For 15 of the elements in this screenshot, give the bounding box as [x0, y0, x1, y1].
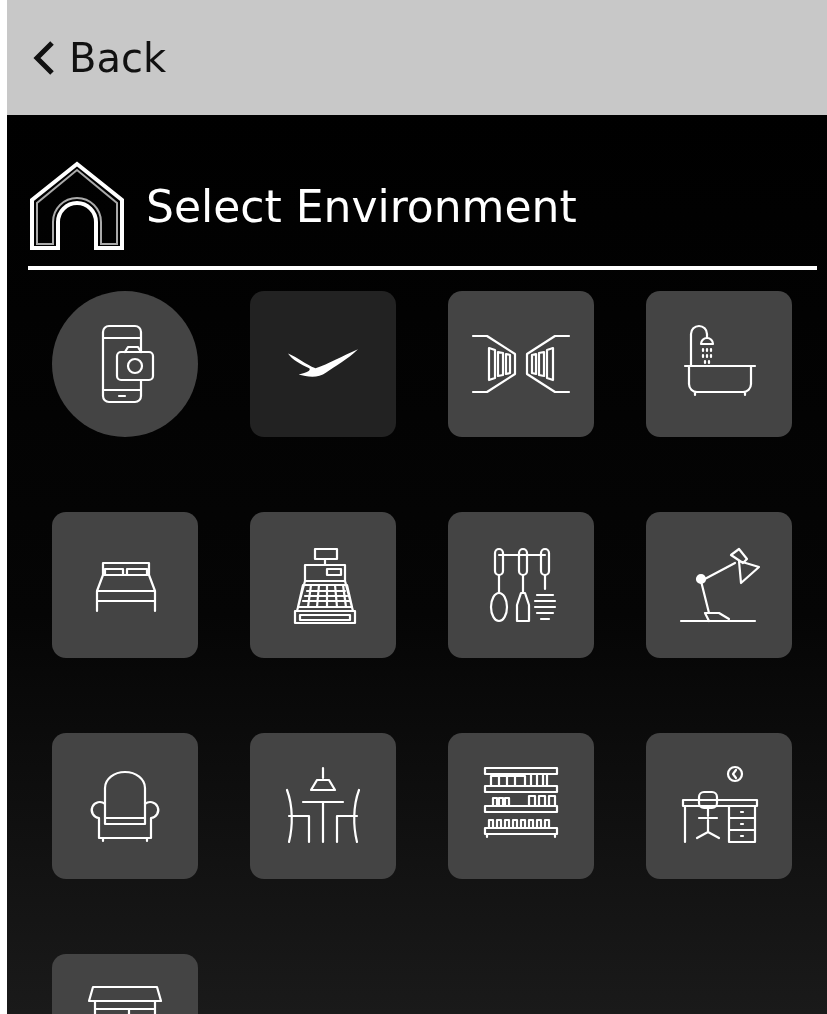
bird-icon — [288, 349, 358, 379]
environment-button[interactable] — [250, 512, 396, 658]
environment-button[interactable] — [448, 291, 594, 437]
back-button[interactable]: Back — [33, 34, 167, 81]
chevron-left-icon — [33, 39, 55, 76]
environment-button[interactable] — [448, 733, 594, 879]
environment-button[interactable] — [52, 733, 198, 879]
environment-button[interactable] — [646, 512, 792, 658]
environment-button[interactable] — [646, 733, 792, 879]
house-icon — [28, 160, 126, 252]
environment-button[interactable] — [448, 512, 594, 658]
page-title: Select Environment — [146, 180, 577, 232]
environment-button[interactable] — [646, 291, 792, 437]
environment-button[interactable] — [250, 733, 396, 879]
environment-button[interactable] — [52, 512, 198, 658]
